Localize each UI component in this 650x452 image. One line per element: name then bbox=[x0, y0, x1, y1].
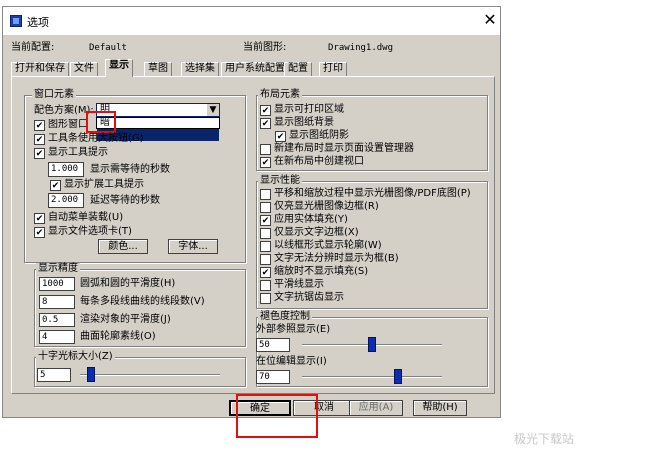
checkbox-page-setup-manager-label: 新建布局时显示页面设置管理器 bbox=[274, 143, 414, 154]
checkbox-tooltips-label: 显示工具提示 bbox=[48, 147, 108, 158]
color-button[interactable]: 颜色... bbox=[98, 239, 148, 254]
checkbox-create-viewport-label: 在新布局中创建视口 bbox=[274, 156, 364, 167]
tab-open-save[interactable]: 打开和保存 bbox=[11, 62, 69, 76]
checkbox-extended-tooltips-label: 显示扩展工具提示 bbox=[64, 179, 144, 190]
color-scheme-label: 配色方案(M): bbox=[34, 105, 94, 116]
checkbox-raster-pan[interactable] bbox=[260, 189, 271, 200]
extended-delay-input[interactable]: 2.000 bbox=[48, 193, 84, 208]
checkbox-text-as-box-label: 文字无法分辨时显示为框(B) bbox=[274, 253, 399, 264]
extended-delay-label: 延迟等待的秒数 bbox=[90, 195, 160, 206]
tooltip-delay-label: 显示需等待的秒数 bbox=[90, 164, 170, 175]
arc-smoothness-label: 圆弧和圆的平滑度(H) bbox=[80, 278, 176, 289]
checkbox-solid-fill-label: 应用实体填充(Y) bbox=[274, 214, 348, 225]
current-drawing-value: Drawing1.dwg bbox=[328, 43, 394, 53]
checkbox-tooltips[interactable] bbox=[34, 148, 45, 159]
checkbox-wireframe-silhouette[interactable] bbox=[260, 241, 271, 252]
crosshair-size-input[interactable]: 5 bbox=[37, 368, 71, 382]
highlight-box-dropdown bbox=[86, 111, 116, 133]
inplace-fade-slider-track[interactable] bbox=[302, 376, 442, 378]
polyline-segments-input[interactable]: 8 bbox=[39, 295, 75, 309]
checkbox-paper-shadow[interactable] bbox=[275, 131, 286, 142]
tab-display[interactable]: 显示 bbox=[105, 59, 133, 77]
display-performance-title: 显示性能 bbox=[258, 175, 302, 187]
checkbox-raster-pan-label: 平移和缩放过程中显示光栅图像/PDF底图(P) bbox=[274, 188, 471, 199]
title-bar[interactable]: 选项 ✕ bbox=[3, 7, 500, 35]
checkbox-smooth-line-label: 平滑线显示 bbox=[274, 279, 324, 290]
render-smoothness-input[interactable]: 0.5 bbox=[39, 313, 75, 327]
checkbox-paper-shadow-label: 显示图纸阴影 bbox=[289, 130, 349, 141]
checkbox-printable-area[interactable] bbox=[260, 105, 271, 116]
tab-drafting[interactable]: 草图 bbox=[144, 62, 172, 76]
checkbox-file-tabs[interactable] bbox=[34, 227, 45, 238]
current-config-label: 当前配置: bbox=[11, 42, 55, 53]
checkbox-file-tabs-label: 显示文件选项卡(T) bbox=[48, 226, 132, 237]
checkbox-text-antialias-label: 文字抗锯齿显示 bbox=[274, 292, 344, 303]
options-dialog: 选项 ✕ 当前配置: Default 当前图形: Drawing1.dwg 打开… bbox=[2, 6, 501, 418]
checkbox-solid-fill[interactable] bbox=[260, 215, 271, 226]
apply-button[interactable]: 应用(A) bbox=[349, 400, 403, 416]
checkbox-large-buttons[interactable] bbox=[34, 134, 45, 145]
checkbox-scrollbars-label: 图形窗口中显示滚动条 bbox=[48, 119, 86, 130]
contour-lines-label: 曲面轮廓素线(O) bbox=[80, 331, 156, 342]
tab-plot[interactable]: 打印 bbox=[319, 62, 347, 76]
highlight-box-ok bbox=[236, 394, 318, 438]
checkbox-text-frame[interactable] bbox=[260, 228, 271, 239]
crosshair-slider-thumb[interactable] bbox=[86, 367, 95, 382]
checkbox-text-antialias[interactable] bbox=[260, 293, 271, 304]
inplace-fade-input[interactable]: 70 bbox=[256, 370, 290, 384]
tab-user-preferences[interactable]: 用户系统配置 bbox=[221, 62, 289, 76]
window-elements-title: 窗口元素 bbox=[32, 89, 76, 101]
app-icon bbox=[10, 15, 22, 27]
crosshair-slider-track[interactable] bbox=[80, 374, 220, 376]
checkbox-auto-menu-label: 自动菜单装载(U) bbox=[48, 212, 124, 223]
xref-fade-input[interactable]: 50 bbox=[256, 338, 290, 352]
checkbox-extended-tooltips[interactable] bbox=[50, 180, 61, 191]
crosshair-title: 十字光标大小(Z) bbox=[36, 351, 115, 363]
checkbox-paper-background[interactable] bbox=[260, 118, 271, 129]
render-smoothness-label: 渲染对象的平滑度(J) bbox=[80, 314, 171, 325]
checkbox-page-setup-manager[interactable] bbox=[260, 144, 271, 155]
fade-control-title: 褪色度控制 bbox=[258, 311, 312, 323]
watermark: 极光下载站 bbox=[514, 432, 575, 446]
checkbox-paper-background-label: 显示图纸背景 bbox=[274, 117, 334, 128]
checkbox-raster-frame[interactable] bbox=[260, 202, 271, 213]
checkbox-scrollbars[interactable] bbox=[34, 120, 45, 131]
checkbox-text-as-box[interactable] bbox=[260, 254, 271, 265]
tab-selection[interactable]: 选择集 bbox=[181, 62, 219, 76]
tab-profiles[interactable]: 配置 bbox=[284, 62, 312, 76]
checkbox-smooth-line[interactable] bbox=[260, 280, 271, 291]
inplace-fade-slider-thumb[interactable] bbox=[394, 369, 403, 384]
current-config-value: Default bbox=[89, 43, 127, 53]
tab-files[interactable]: 文件 bbox=[70, 62, 98, 76]
inplace-fade-label: 在位编辑显示(I) bbox=[256, 356, 327, 367]
chevron-down-icon: ▼ bbox=[207, 104, 219, 116]
display-tab-panel: 窗口元素 配色方案(M): 明 ▼ 暗 图形窗口中显示滚动条 工具条使用大按钮(… bbox=[11, 76, 495, 394]
checkbox-zoom-no-fill[interactable] bbox=[260, 267, 271, 278]
arc-smoothness-input[interactable]: 1000 bbox=[39, 277, 75, 291]
contour-lines-input[interactable]: 4 bbox=[39, 330, 75, 344]
checkbox-wireframe-silhouette-label: 以线框形式显示轮廓(W) bbox=[274, 240, 382, 251]
checkbox-auto-menu[interactable] bbox=[34, 213, 45, 224]
checkbox-large-buttons-label: 工具条使用大按钮(G) bbox=[48, 133, 144, 144]
checkbox-create-viewport[interactable] bbox=[260, 157, 271, 168]
checkbox-raster-frame-label: 仅亮显光栅图像边框(R) bbox=[274, 201, 379, 212]
xref-fade-label: 外部参照显示(E) bbox=[256, 324, 331, 335]
checkbox-printable-area-label: 显示可打印区域 bbox=[274, 104, 344, 115]
polyline-segments-label: 每条多段线曲线的线段数(V) bbox=[80, 296, 205, 307]
help-button[interactable]: 帮助(H) bbox=[413, 400, 467, 416]
checkbox-zoom-no-fill-label: 缩放时不显示填充(S) bbox=[274, 266, 369, 277]
display-precision-title: 显示精度 bbox=[36, 263, 80, 275]
xref-fade-slider-thumb[interactable] bbox=[368, 337, 376, 352]
close-icon[interactable]: ✕ bbox=[482, 11, 498, 29]
font-button[interactable]: 字体... bbox=[168, 239, 218, 254]
current-drawing-label: 当前图形: bbox=[243, 42, 287, 53]
dialog-title: 选项 bbox=[27, 16, 49, 29]
layout-elements-title: 布局元素 bbox=[258, 89, 302, 101]
tooltip-delay-input[interactable]: 1.000 bbox=[48, 162, 84, 177]
checkbox-text-frame-label: 仅显示文字边框(X) bbox=[274, 227, 359, 238]
